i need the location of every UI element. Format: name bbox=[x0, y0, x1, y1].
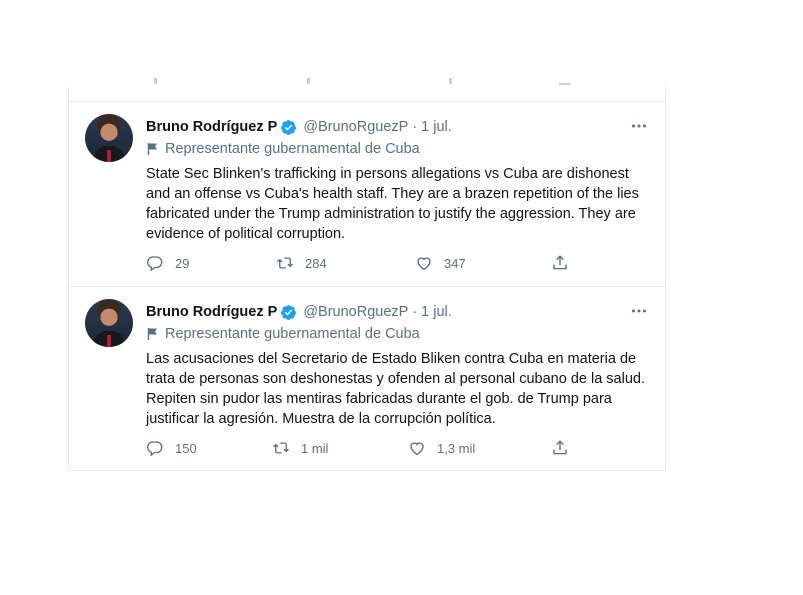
separator-dot: · bbox=[412, 119, 418, 135]
like-button[interactable]: 1,3 mil bbox=[408, 439, 475, 457]
tweet[interactable]: Bruno Rodríguez P @BrunoRguezP · 1 jul. … bbox=[69, 287, 665, 470]
flag-icon bbox=[147, 328, 157, 340]
avatar[interactable] bbox=[85, 299, 133, 347]
flag-icon bbox=[147, 143, 157, 155]
tweet-actions: 150 1 mil 1,3 mil bbox=[146, 439, 576, 459]
more-options-icon[interactable] bbox=[631, 118, 647, 134]
share-button[interactable] bbox=[551, 254, 580, 272]
retweet-icon bbox=[277, 257, 293, 269]
reply-count: 29 bbox=[175, 255, 190, 271]
heart-icon bbox=[410, 442, 424, 456]
previous-tweet-icon-fragment bbox=[449, 78, 452, 84]
share-icon bbox=[553, 440, 567, 455]
government-label-text: Representante gubernamental de Cuba bbox=[165, 141, 420, 157]
retweet-count: 284 bbox=[305, 255, 327, 271]
tweet-text: State Sec Blinken's trafficking in perso… bbox=[146, 166, 639, 242]
author-handle[interactable]: @BrunoRguezP bbox=[303, 304, 408, 320]
reply-button[interactable]: 29 bbox=[146, 254, 189, 272]
previous-tweet-icon-fragment bbox=[307, 78, 310, 84]
tweet-header: Bruno Rodríguez P @BrunoRguezP · 1 jul. bbox=[146, 117, 452, 137]
like-button[interactable]: 347 bbox=[415, 254, 466, 272]
tweet-actions: 29 284 347 bbox=[146, 254, 576, 274]
tweet-header: Bruno Rodríguez P @BrunoRguezP · 1 jul. bbox=[146, 302, 452, 322]
tweet-feed: Bruno Rodríguez P @BrunoRguezP · 1 jul. … bbox=[68, 78, 666, 471]
verified-badge-icon bbox=[281, 119, 297, 135]
reply-icon bbox=[146, 256, 163, 272]
reply-button[interactable]: 150 bbox=[146, 439, 197, 457]
separator-dot: · bbox=[412, 304, 418, 320]
previous-tweet-edge bbox=[69, 78, 665, 102]
government-label: Representante gubernamental de Cuba bbox=[146, 326, 420, 342]
like-count: 1,3 mil bbox=[437, 440, 476, 456]
verified-badge-icon bbox=[281, 304, 297, 320]
like-count: 347 bbox=[444, 255, 466, 271]
retweet-button[interactable]: 284 bbox=[276, 254, 327, 272]
share-button[interactable] bbox=[551, 439, 580, 457]
heart-icon bbox=[417, 257, 431, 271]
tweet-date[interactable]: 1 jul. bbox=[421, 304, 452, 320]
author-handle[interactable]: @BrunoRguezP bbox=[303, 119, 408, 135]
retweet-count: 1 mil bbox=[301, 440, 329, 456]
previous-tweet-icon-fragment bbox=[154, 78, 157, 84]
tweet[interactable]: Bruno Rodríguez P @BrunoRguezP · 1 jul. … bbox=[69, 102, 665, 287]
tweet-date[interactable]: 1 jul. bbox=[421, 119, 452, 135]
tweet-text: Las acusaciones del Secretario de Estado… bbox=[146, 351, 645, 427]
government-label: Representante gubernamental de Cuba bbox=[146, 141, 420, 157]
government-label-text: Representante gubernamental de Cuba bbox=[165, 326, 420, 342]
retweet-button[interactable]: 1 mil bbox=[272, 439, 328, 457]
more-options-icon[interactable] bbox=[631, 303, 647, 319]
share-icon bbox=[553, 255, 567, 270]
previous-tweet-icon-fragment bbox=[559, 83, 571, 85]
reply-count: 150 bbox=[175, 440, 197, 456]
author-name[interactable]: Bruno Rodríguez P bbox=[146, 304, 277, 320]
reply-icon bbox=[146, 441, 163, 457]
author-name[interactable]: Bruno Rodríguez P bbox=[146, 119, 277, 135]
retweet-icon bbox=[273, 442, 289, 454]
avatar[interactable] bbox=[85, 114, 133, 162]
